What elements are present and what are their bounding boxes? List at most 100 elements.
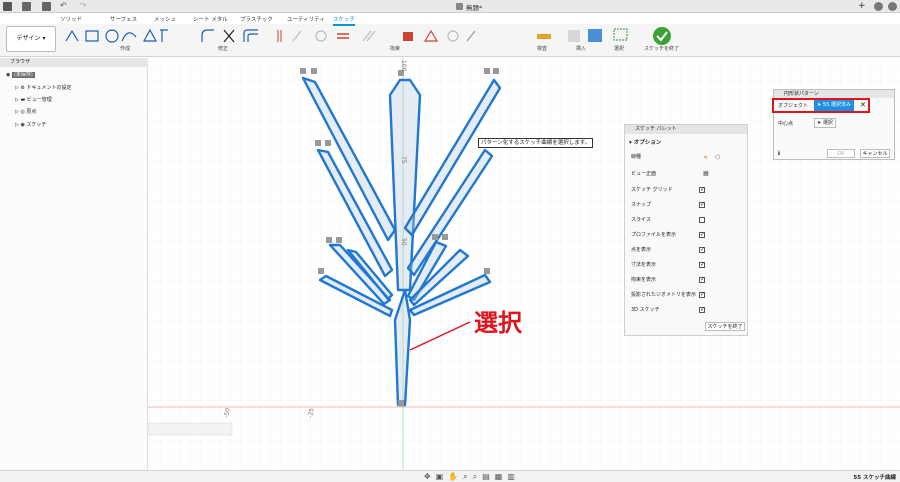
- concentric-icon: [315, 30, 327, 42]
- insert-derive-icon: [568, 30, 580, 42]
- show-dimensions-checkbox[interactable]: [699, 261, 705, 268]
- insert-canvas-icon: [588, 29, 602, 42]
- palette-row-linetype: 線種: [631, 152, 641, 162]
- finish-sketch-icon[interactable]: [652, 26, 672, 46]
- expand-arrow-icon[interactable]: ▷: [15, 109, 19, 115]
- tab-sheet-metal[interactable]: シート メタル: [193, 15, 228, 23]
- palette-row-constraints: 拘束を表示: [631, 275, 656, 285]
- select-tool-icon: [613, 28, 628, 41]
- design-label: デザイン: [16, 35, 41, 42]
- expand-arrow-icon[interactable]: ▷: [15, 122, 19, 128]
- grid-settings-icon[interactable]: ▦: [495, 472, 508, 481]
- palette-section-options[interactable]: ▾ オプション: [629, 138, 661, 146]
- tab-sketch[interactable]: スケッチ: [333, 15, 356, 26]
- axis-label-100: 100: [400, 60, 407, 72]
- group-insert[interactable]: 挿入: [576, 45, 586, 52]
- navigation-bar[interactable]: ✥▣✋⌕⌕▤▦▥: [424, 472, 520, 482]
- notification-icon[interactable]: [874, 2, 883, 11]
- info-icon[interactable]: ℹ: [778, 150, 780, 157]
- palette-row-label: 投影されたジオメトリを表示: [631, 292, 697, 298]
- viewports-icon[interactable]: ▥: [507, 472, 520, 481]
- eye-icon[interactable]: ◉: [20, 122, 24, 128]
- symmetry-icon: [423, 29, 439, 42]
- group-select[interactable]: 選択: [614, 45, 624, 52]
- account-icon[interactable]: [888, 2, 897, 11]
- sketch-grid-checkbox[interactable]: [699, 186, 705, 193]
- app-grid-icon[interactable]: [3, 2, 12, 11]
- constraint-tools: [277, 29, 476, 42]
- group-create[interactable]: 作成: [120, 45, 130, 52]
- browser-item-sketches[interactable]: ▷ ◉ スケッチ: [15, 120, 46, 130]
- coincident-icon: [277, 30, 282, 42]
- fit-icon[interactable]: ⌕: [473, 472, 482, 481]
- snap-checkbox[interactable]: [699, 201, 705, 208]
- display-settings-icon[interactable]: ▤: [482, 472, 495, 481]
- browser-header[interactable]: ブラウザ: [0, 58, 148, 67]
- save-icon[interactable]: [42, 2, 51, 11]
- fillet-tool-icon: [201, 29, 214, 42]
- look-at-nav-icon[interactable]: ▣: [436, 472, 449, 481]
- clear-selection-icon[interactable]: ✕: [860, 101, 866, 109]
- tab-plastic[interactable]: プラスチック: [240, 15, 273, 23]
- browser-item-doc-settings[interactable]: ▷ ⚙ ドキュメントの設定: [15, 83, 72, 93]
- palette-row-label: スナップ: [631, 202, 652, 208]
- parallel-icon: [362, 30, 376, 42]
- show-points-checkbox[interactable]: [699, 246, 705, 253]
- zoom-icon[interactable]: ⌕: [463, 472, 472, 481]
- palette-row-grid: スケッチ グリッド: [631, 185, 673, 195]
- show-constraints-checkbox[interactable]: [699, 276, 705, 283]
- show-projected-geometry-checkbox[interactable]: [699, 291, 705, 298]
- fix-icon: [403, 32, 413, 41]
- palette-header[interactable]: スケッチ パレット: [625, 125, 747, 134]
- expand-arrow-icon[interactable]: ▷: [15, 97, 19, 103]
- orbit-icon[interactable]: ✥: [424, 472, 436, 481]
- palette-row-3d: 3D スケッチ: [631, 305, 660, 315]
- new-tab-icon[interactable]: +: [858, 2, 866, 11]
- 3d-sketch-checkbox[interactable]: [699, 306, 705, 313]
- tab-mesh[interactable]: メッシュ: [154, 15, 176, 23]
- tab-utility[interactable]: ユーティリティ: [287, 15, 325, 23]
- tab-solid[interactable]: ソリッド: [60, 15, 82, 23]
- axis-label-75: 75: [400, 156, 407, 164]
- group-inspect[interactable]: 検査: [537, 45, 547, 52]
- curvature-icon: [466, 30, 476, 42]
- palette-row-look-at: ビュー正面: [631, 169, 656, 179]
- file-icon[interactable]: [22, 2, 31, 11]
- document-title: 無題*: [466, 4, 483, 12]
- cancel-button[interactable]: キャンセル: [860, 149, 890, 158]
- palette-section-label: オプション: [633, 140, 662, 146]
- design-workspace-button[interactable]: デザイン ▾: [6, 26, 56, 52]
- palette-row-label: 線種: [631, 154, 642, 160]
- objects-selection-button[interactable]: ➤ 55 選択済み: [814, 100, 854, 111]
- browser-item-root[interactable]: ◉ (未保存): [6, 70, 35, 80]
- construction-line-icon[interactable]: ⋖: [703, 154, 708, 161]
- centerline-icon[interactable]: ⬡: [715, 154, 720, 161]
- undo-icon[interactable]: ↶: [60, 2, 72, 11]
- group-finish-sketch[interactable]: スケッチを終了: [644, 45, 679, 52]
- browser-item-view[interactable]: ▷ ▬ ビュー管理: [15, 95, 52, 105]
- center-point-select-button[interactable]: ➤ 選択: [814, 118, 836, 128]
- eye-icon[interactable]: ◎: [20, 109, 24, 115]
- group-constraints[interactable]: 拘束: [390, 45, 400, 52]
- dialog-header[interactable]: 円形状パターン: [774, 90, 894, 98]
- dialog-title: 円形状パターン: [784, 91, 819, 97]
- finish-sketch-button[interactable]: スケッチを終了: [705, 322, 745, 331]
- browser-item-origin[interactable]: ▷ ◎ 原点: [15, 107, 36, 117]
- group-modify[interactable]: 修正: [218, 45, 228, 52]
- circle-tool-icon: [105, 29, 119, 43]
- expand-arrow-icon[interactable]: ▷: [15, 85, 19, 91]
- ok-button[interactable]: OK: [827, 149, 855, 158]
- title-bar: ↶ ↷ 無題* +: [0, 0, 900, 13]
- palette-row-label: 3D スケッチ: [631, 307, 660, 313]
- eye-icon[interactable]: ◉: [6, 72, 10, 78]
- cursor-icon: ➤: [817, 120, 822, 126]
- center-point-value: 選択: [822, 120, 833, 126]
- slice-checkbox[interactable]: [699, 217, 705, 223]
- palette-row-label: 拘束を表示: [631, 277, 657, 283]
- look-at-icon[interactable]: ▦: [703, 170, 709, 177]
- pan-icon[interactable]: ✋: [448, 472, 463, 481]
- redo-icon[interactable]: ↷: [80, 2, 92, 11]
- show-profile-checkbox[interactable]: [699, 231, 705, 238]
- timeline-strip: [148, 422, 233, 436]
- tab-surface[interactable]: サーフェス: [110, 15, 137, 23]
